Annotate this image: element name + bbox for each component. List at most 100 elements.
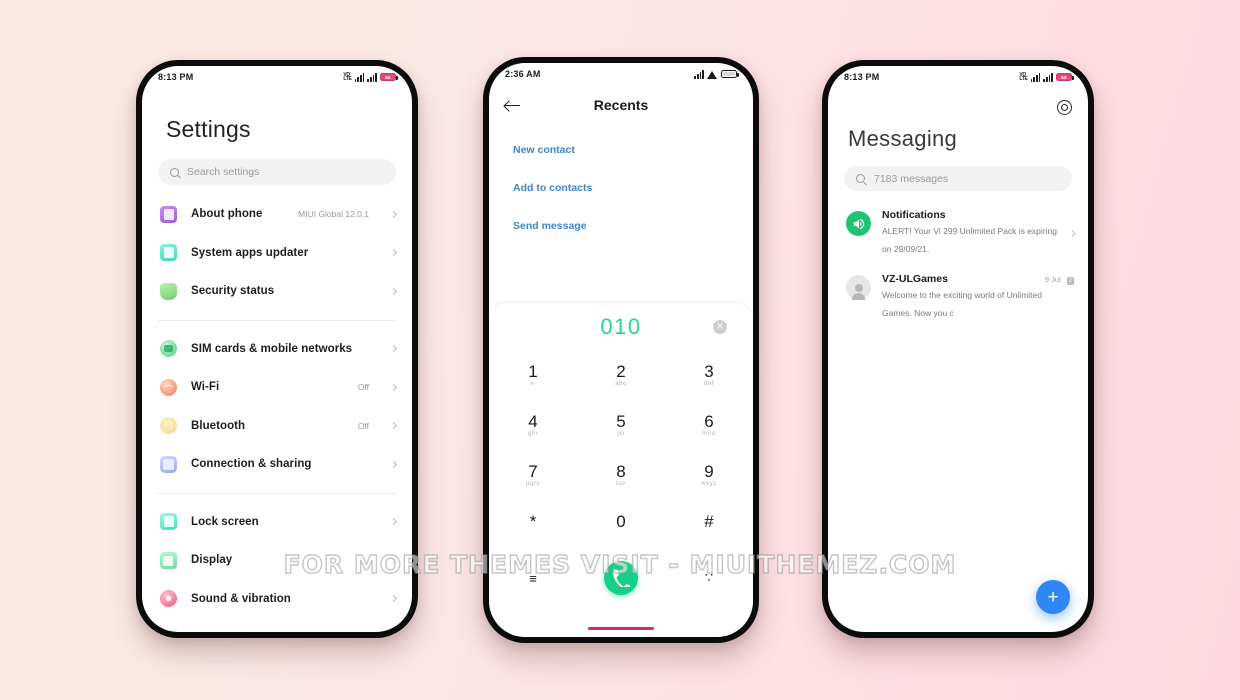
- settings-row-value: MIUI Global 12.0.1: [298, 209, 369, 220]
- battery-icon: 66: [380, 72, 398, 82]
- key-digit: 9: [704, 461, 714, 481]
- settings-row-label: Connection & sharing: [191, 458, 312, 471]
- dialer-phone-mockup: 2:36 AM Recents New contact Add to conta…: [483, 57, 759, 643]
- dialpad-menu-button[interactable]: ≡: [489, 571, 577, 586]
- thread-header: VZ-ULGames 9 Jul 2: [882, 273, 1074, 285]
- connection-icon: [160, 455, 177, 473]
- list-item[interactable]: VZ-ULGames 9 Jul 2 Welcome to the exciti…: [828, 265, 1088, 329]
- list-item[interactable]: Notifications ALERT! Your Vi 299 Unlimit…: [828, 201, 1088, 265]
- sidebar-item-security-status[interactable]: Security status: [142, 272, 412, 311]
- key-digit: 1: [528, 361, 538, 381]
- thread-snippet: ALERT! Your Vi 299 Unlimited Pack is exp…: [882, 226, 1057, 254]
- sim-card-icon: [160, 340, 177, 358]
- sidebar-item-display[interactable]: Display: [142, 541, 412, 580]
- volte-icon: VO LTE: [343, 71, 352, 82]
- dialpad-more-button[interactable]: ∵: [665, 570, 753, 586]
- sidebar-item-wifi[interactable]: Wi-Fi Off: [142, 368, 412, 407]
- dialpad-key-3[interactable]: 3 def: [665, 350, 753, 400]
- dialpad-key-2[interactable]: 2 abc: [577, 350, 665, 400]
- add-to-contacts-button[interactable]: Add to contacts: [513, 169, 729, 207]
- phone-call-icon[interactable]: [604, 561, 638, 595]
- dialpad-key-star[interactable]: *: [489, 500, 577, 550]
- search-placeholder: Search settings: [187, 166, 260, 178]
- status-badge: 2: [1066, 277, 1074, 285]
- signal-bars-icon: [694, 69, 704, 79]
- key-letters: abc: [615, 380, 627, 387]
- dialed-number: 010: [600, 313, 642, 339]
- clear-circle-icon[interactable]: ✕: [713, 319, 727, 334]
- signal-bars-icon-1: [1030, 72, 1041, 82]
- sidebar-item-lock-screen[interactable]: Lock screen: [142, 503, 412, 542]
- chevron-right-icon: [1068, 229, 1075, 237]
- messaging-phone-mockup: 8:13 PM VO LTE 66 Messaging 7183 messages: [822, 60, 1094, 638]
- key-letters: def: [703, 380, 715, 387]
- thread-snippet: Welcome to the exciting world of Unlimit…: [882, 290, 1042, 318]
- key-letters: ghi: [528, 430, 538, 437]
- settings-phone-mockup: 8:13 PM VO LTE 66 Settings Search setting…: [136, 60, 418, 638]
- dialpad-key-7[interactable]: 7 pqrs: [489, 450, 577, 500]
- settings-row-value: Off: [357, 382, 369, 393]
- dialed-number-display: 010 ✕: [489, 303, 753, 350]
- dialpad-key-0[interactable]: 0: [577, 500, 665, 550]
- status-time: 8:13 PM: [844, 72, 880, 82]
- settings-group: Lock screen Display Sound & vibration: [142, 501, 412, 621]
- search-input[interactable]: 7183 messages: [844, 166, 1072, 191]
- conversation-list: Notifications ALERT! Your Vi 299 Unlimit…: [828, 191, 1088, 329]
- sidebar-item-connection-sharing[interactable]: Connection & sharing: [142, 445, 412, 484]
- search-input[interactable]: Search settings: [158, 159, 396, 185]
- key-letters: pqrs: [525, 480, 541, 487]
- notification-speaker-icon: [846, 211, 871, 236]
- phone-teal-icon: [160, 244, 177, 262]
- shield-icon: [160, 282, 177, 300]
- chevron-right-icon: [389, 345, 398, 353]
- wifi-icon: [707, 70, 718, 79]
- sidebar-item-sound-vibration[interactable]: Sound & vibration: [142, 580, 412, 619]
- battery-icon: 66: [1056, 72, 1074, 82]
- settings-row-label: System apps updater: [191, 246, 309, 259]
- key-letters: wxyz: [701, 480, 717, 487]
- sidebar-item-system-apps-updater[interactable]: System apps updater: [142, 234, 412, 273]
- status-bar: 8:13 PM VO LTE 66: [142, 66, 412, 88]
- key-digit: *: [529, 511, 537, 531]
- status-icons: VO LTE 66: [1019, 71, 1074, 82]
- dialpad-key-9[interactable]: 9 wxyz: [665, 450, 753, 500]
- chevron-right-icon: [389, 249, 398, 257]
- key-digit: 2: [616, 361, 626, 381]
- thread-body: VZ-ULGames 9 Jul 2 Welcome to the exciti…: [882, 273, 1074, 321]
- volte-icon: VO LTE: [1019, 71, 1028, 82]
- bluetooth-icon: [160, 417, 177, 435]
- status-icons: [694, 69, 739, 79]
- page-title: Recents: [593, 97, 649, 113]
- dialpad-key-8[interactable]: 8 tuv: [577, 450, 665, 500]
- thread-time: 9 Jul: [1044, 275, 1061, 284]
- new-message-fab[interactable]: +: [1036, 580, 1070, 614]
- dialpad-key-4[interactable]: 4 ghi: [489, 400, 577, 450]
- settings-row-label: Display: [191, 554, 233, 567]
- dialpad-key-hash[interactable]: #: [665, 500, 753, 550]
- key-letters: tuv: [616, 480, 626, 487]
- key-letters: ∞: [530, 380, 536, 387]
- key-letters: jkl: [617, 430, 625, 437]
- dialpad-key-1[interactable]: 1 ∞: [489, 350, 577, 400]
- sound-icon: [160, 590, 177, 608]
- dialpad-key-5[interactable]: 5 jkl: [577, 400, 665, 450]
- gear-icon[interactable]: [1057, 99, 1072, 115]
- settings-row-label: Lock screen: [191, 515, 259, 528]
- key-digit: 5: [616, 411, 626, 431]
- status-time: 8:13 PM: [158, 72, 194, 82]
- chevron-right-icon: [389, 422, 398, 430]
- person-icon: [846, 275, 871, 300]
- plus-icon: +: [1047, 586, 1059, 608]
- chevron-right-icon: [389, 460, 398, 468]
- sidebar-item-sim-cards[interactable]: SIM cards & mobile networks: [142, 330, 412, 369]
- send-message-button[interactable]: Send message: [513, 207, 729, 245]
- new-contact-button[interactable]: New contact: [513, 131, 729, 169]
- chevron-right-icon: [389, 518, 398, 526]
- sidebar-item-bluetooth[interactable]: Bluetooth Off: [142, 407, 412, 446]
- sidebar-item-about-phone[interactable]: About phone MIUI Global 12.0.1: [142, 195, 412, 234]
- chevron-right-icon: [389, 287, 398, 295]
- display-icon: [160, 551, 177, 569]
- back-arrow-icon[interactable]: [505, 99, 521, 111]
- dialpad-key-6[interactable]: 6 mno: [665, 400, 753, 450]
- search-placeholder: 7183 messages: [874, 172, 949, 185]
